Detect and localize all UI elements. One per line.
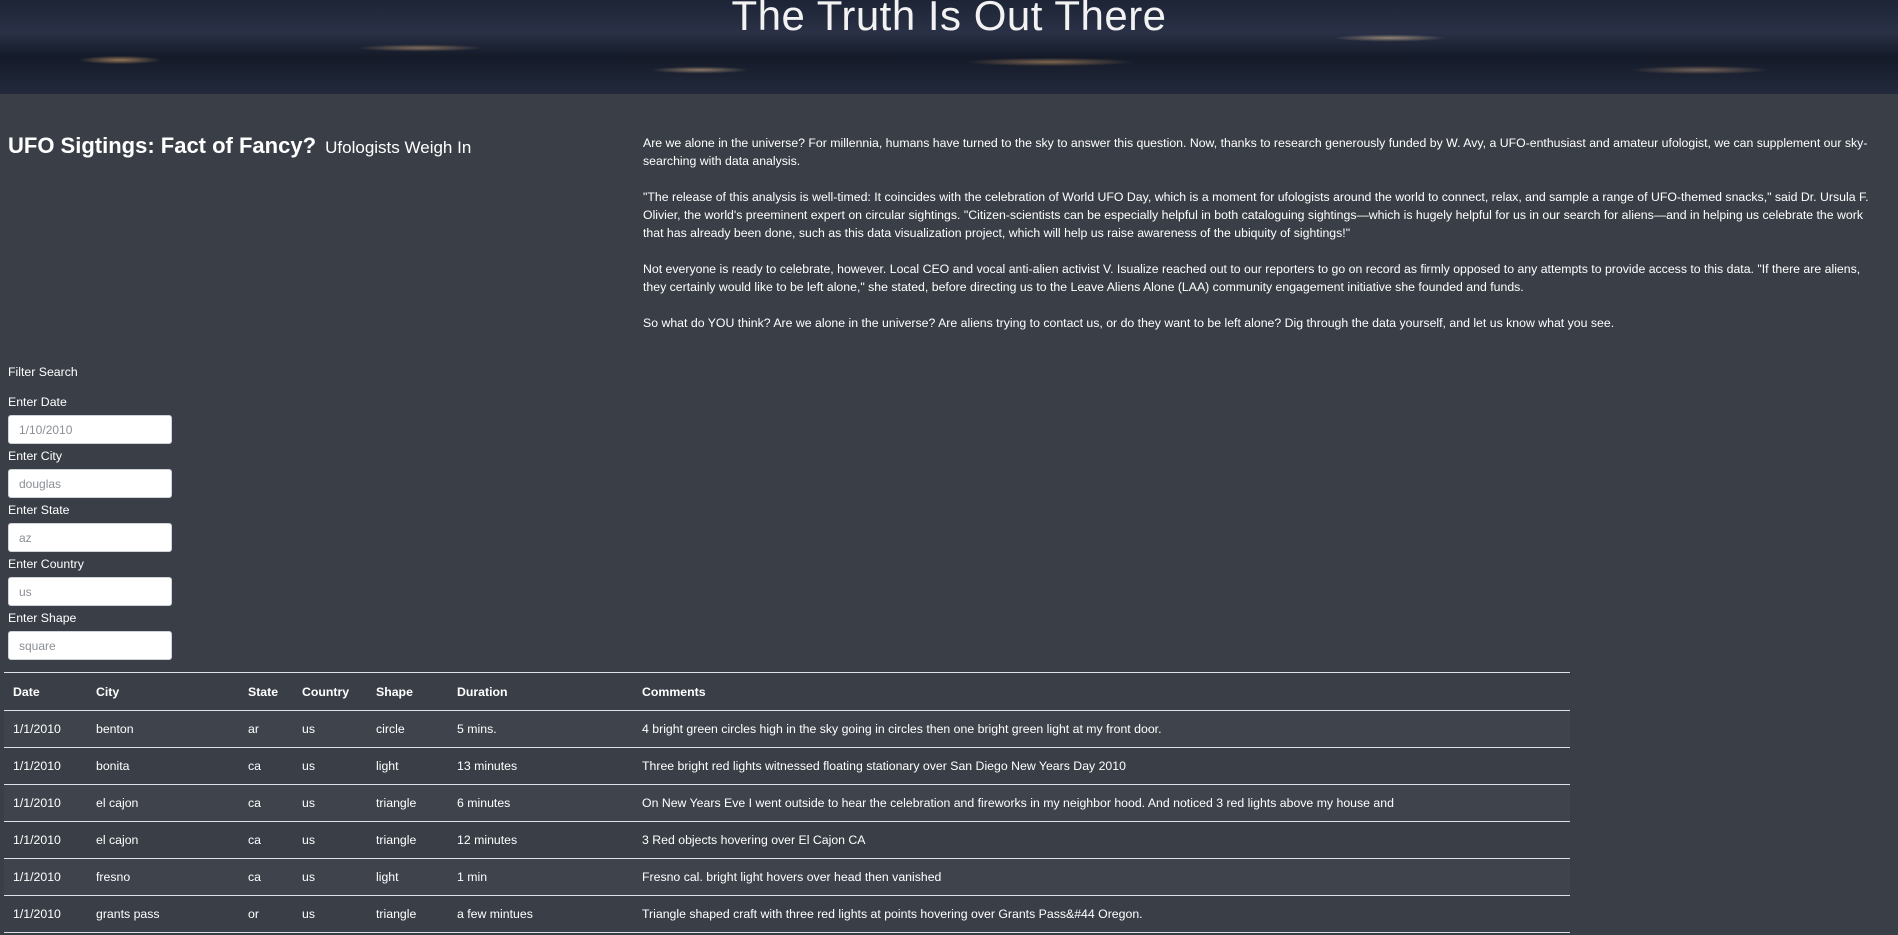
- table-row: 1/1/2010 benton ar us circle 5 mins. 4 b…: [4, 710, 1570, 748]
- cell-city: grants pass: [87, 895, 239, 933]
- cell-date: 1/1/2010: [4, 895, 87, 933]
- date-input[interactable]: [8, 415, 172, 444]
- cell-date: 1/1/2010: [4, 710, 87, 748]
- cell-state: or: [239, 895, 293, 933]
- cell-state: ca: [239, 747, 293, 785]
- filter-panel: Filter Search Enter Date Enter City Ente…: [8, 364, 172, 664]
- cell-shape: circle: [367, 710, 448, 748]
- cell-comments: On New Years Eve I went outside to hear …: [633, 784, 1570, 822]
- cell-duration: 12 minutes: [448, 821, 633, 859]
- cell-comments: 3 Red objects hovering over El Cajon CA: [633, 821, 1570, 859]
- cell-comments: Triangle shaped craft with three red lig…: [633, 895, 1570, 933]
- page-title: UFO Sigtings: Fact of Fancy?: [8, 133, 317, 158]
- table-row: 1/1/2010 el cajon ca us triangle 12 minu…: [4, 821, 1570, 859]
- shape-input[interactable]: [8, 631, 172, 660]
- header-duration: Duration: [448, 672, 633, 711]
- cell-country: us: [293, 710, 367, 748]
- cell-date: 1/1/2010: [4, 747, 87, 785]
- date-label: Enter Date: [8, 395, 67, 409]
- filter-title: Filter Search: [8, 365, 78, 379]
- table-row: 1/1/2010 bonita ca us light 13 minutes T…: [4, 747, 1570, 785]
- cell-city: bonita: [87, 747, 239, 785]
- city-label: Enter City: [8, 449, 62, 463]
- article-paragraph: So what do YOU think? Are we alone in th…: [643, 316, 1615, 330]
- country-label: Enter Country: [8, 557, 84, 571]
- header-country: Country: [293, 672, 367, 711]
- cell-duration: 13 minutes: [448, 747, 633, 785]
- cell-country: us: [293, 784, 367, 822]
- cell-country: us: [293, 747, 367, 785]
- cell-comments: 4 bright green circles high in the sky g…: [633, 710, 1570, 748]
- cell-state: ca: [239, 784, 293, 822]
- page-heading: UFO Sigtings: Fact of Fancy? Ufologists …: [8, 133, 471, 159]
- cell-country: us: [293, 858, 367, 896]
- cell-country: us: [293, 821, 367, 859]
- cell-state: ca: [239, 821, 293, 859]
- state-label: Enter State: [8, 503, 70, 517]
- page-subtitle: Ufologists Weigh In: [325, 138, 472, 157]
- cell-date: 1/1/2010: [4, 821, 87, 859]
- article-body: Are we alone in the universe? For millen…: [643, 134, 1883, 350]
- header-city: City: [87, 672, 239, 711]
- state-input[interactable]: [8, 523, 172, 552]
- cell-city: fresno: [87, 858, 239, 896]
- article-paragraph: Not everyone is ready to celebrate, howe…: [643, 262, 1861, 294]
- table-row: 1/1/2010 fresno ca us light 1 min Fresno…: [4, 858, 1570, 896]
- cell-comments: Three bright red lights witnessed floati…: [633, 747, 1570, 785]
- article-paragraph: Are we alone in the universe? For millen…: [643, 136, 1868, 168]
- article-paragraph: "The release of this analysis is well-ti…: [643, 190, 1869, 240]
- cell-comments: Fresno cal. bright light hovers over hea…: [633, 858, 1570, 896]
- header-shape: Shape: [367, 672, 448, 711]
- cell-city: el cajon: [87, 784, 239, 822]
- hero-title: The Truth Is Out There: [731, 0, 1167, 39]
- cell-date: 1/1/2010: [4, 858, 87, 896]
- cell-duration: 1 min: [448, 858, 633, 896]
- cell-state: ar: [239, 710, 293, 748]
- header-date: Date: [4, 672, 87, 711]
- cell-date: 1/1/2010: [4, 784, 87, 822]
- cell-shape: light: [367, 858, 448, 896]
- header-comments: Comments: [633, 672, 1570, 711]
- table-row: 1/1/2010 el cajon ca us triangle 6 minut…: [4, 784, 1570, 822]
- cell-country: us: [293, 895, 367, 933]
- cell-shape: triangle: [367, 821, 448, 859]
- table-row: 1/1/2010 grants pass or us triangle a fe…: [4, 895, 1570, 933]
- country-input[interactable]: [8, 577, 172, 606]
- cell-duration: 6 minutes: [448, 784, 633, 822]
- shape-label: Enter Shape: [8, 611, 77, 625]
- hero-banner: The Truth Is Out There: [0, 0, 1898, 94]
- cell-state: ca: [239, 858, 293, 896]
- cell-shape: light: [367, 747, 448, 785]
- header-state: State: [239, 672, 293, 711]
- cell-city: el cajon: [87, 821, 239, 859]
- cell-shape: triangle: [367, 895, 448, 933]
- sightings-table: Date City State Country Shape Duration C…: [4, 672, 1570, 933]
- cell-duration: a few mintues: [448, 895, 633, 933]
- cell-duration: 5 mins.: [448, 710, 633, 748]
- cell-city: benton: [87, 710, 239, 748]
- city-input[interactable]: [8, 469, 172, 498]
- cell-shape: triangle: [367, 784, 448, 822]
- table-header-row: Date City State Country Shape Duration C…: [4, 672, 1570, 711]
